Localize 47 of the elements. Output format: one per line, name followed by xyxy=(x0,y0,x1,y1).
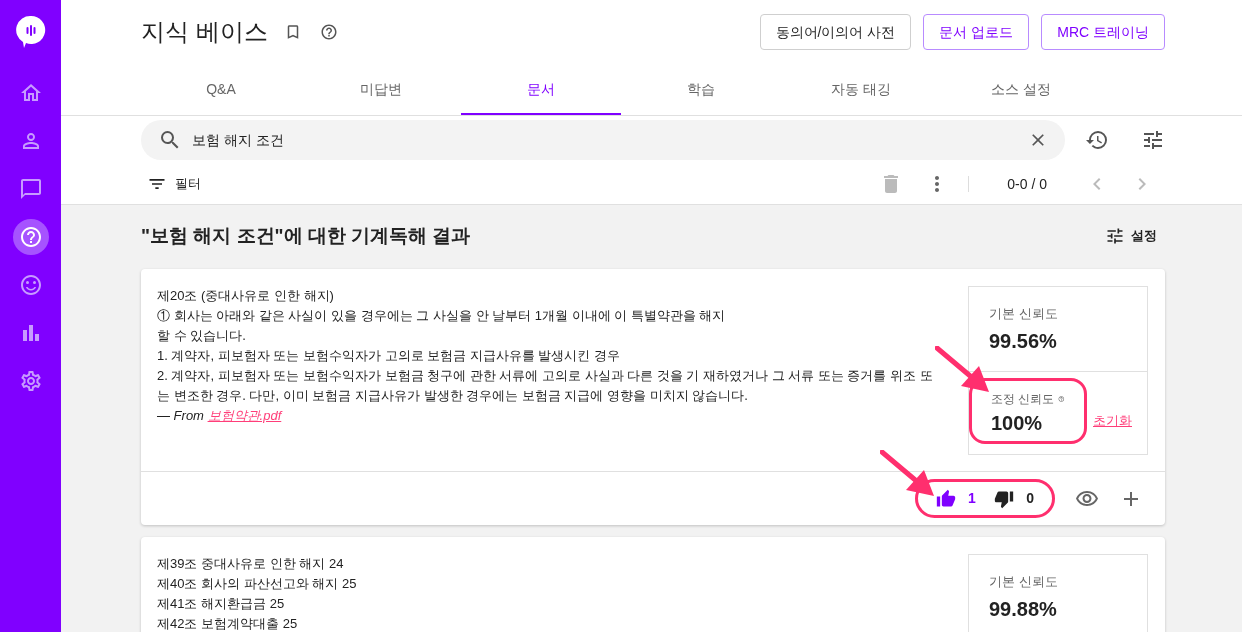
confidence-label: 기본 신뢰도 xyxy=(989,573,1059,591)
header-button[interactable]: 문서 업로드 xyxy=(923,14,1030,50)
source-label: — From xyxy=(157,408,204,423)
passage-line: 는 변조한 경우. 다만, 이미 보험금 지급사유가 발생한 경우에는 보험금 지급에 영향을 미치지 않습니다. xyxy=(157,387,749,405)
tab[interactable]: Q&A xyxy=(141,66,301,115)
help-icon xyxy=(18,225,43,249)
header-button[interactable]: 동의어/이의어 사전 xyxy=(759,14,912,50)
chat-icon xyxy=(18,177,43,201)
source-link[interactable]: 보험약관.pdf xyxy=(207,408,282,423)
tab[interactable]: 문서 xyxy=(461,66,621,115)
tab[interactable]: 자동 태깅 xyxy=(781,66,941,115)
page-range: 0-0 / 0 xyxy=(1007,174,1047,194)
help-icon[interactable] xyxy=(319,23,338,41)
settings-button[interactable]: 설정 xyxy=(1105,226,1157,246)
tab[interactable]: 미답변 xyxy=(301,66,461,115)
logo-icon xyxy=(15,15,46,49)
tab[interactable]: 소스 설정 xyxy=(941,66,1101,115)
settings-icon xyxy=(18,369,43,393)
passage-line: 제20조 (중대사유로 인한 해지) xyxy=(157,287,335,305)
confidence-label: 조정 신뢰도 xyxy=(991,391,1055,408)
passage-line: 제39조 중대사유로 인한 해지 24 xyxy=(157,555,345,573)
tune-icon xyxy=(1105,226,1125,246)
smile-icon xyxy=(18,273,43,297)
search-input[interactable]: 보험 해지 조건 xyxy=(192,129,1028,151)
passage-line: 제41조 해지환급금 25 xyxy=(157,595,286,613)
tab[interactable]: 학습 xyxy=(621,66,781,115)
passage-line: 할 수 있습니다. xyxy=(157,327,247,345)
passage-line: 1. 계약자, 피보험자 또는 보험수익자가 고의로 보험금 지급사유를 발생시킨 경우 xyxy=(157,347,621,365)
filter-button[interactable]: 필터 xyxy=(147,174,201,194)
dislike-button[interactable]: 0 xyxy=(994,488,1034,509)
search-field[interactable]: 보험 해지 조건 xyxy=(141,120,1065,160)
reset-link[interactable]: 초기화 xyxy=(1093,410,1132,430)
passage-line: ① 회사는 아래와 같은 사실이 있을 경우에는 그 사실을 안 날부터 1개월 이내에 이 특별약관을 해지 xyxy=(157,307,727,325)
confidence-value: 100% xyxy=(991,411,1044,436)
page-title: 지식 베이스 xyxy=(141,17,268,47)
like-button[interactable]: 1 xyxy=(936,488,976,509)
confidence-label: 기본 신뢰도 xyxy=(989,305,1059,323)
passage-line: 제40조 회사의 파산선고와 해지 25 xyxy=(157,575,358,593)
tune-icon[interactable] xyxy=(1141,128,1165,152)
passage-line: 제42조 보험계약대출 25 xyxy=(157,615,299,632)
results-heading: "보험 해지 조건"에 대한 기계독해 결과 xyxy=(141,223,471,248)
passage-line: 2. 계약자, 피보험자 또는 보험수익자가 보험금 청구에 관한 서류에 고의로 사실과 다른 것을 기 재하였거나 그 서류 또는 증거를 위조 또 xyxy=(157,367,934,385)
header-button[interactable]: MRC 트레이닝 xyxy=(1041,14,1165,50)
nav-item[interactable] xyxy=(12,219,49,255)
history-icon[interactable] xyxy=(1085,128,1109,152)
confidence-value: 99.88% xyxy=(989,596,1058,622)
confidence-value: 99.56% xyxy=(989,328,1058,354)
